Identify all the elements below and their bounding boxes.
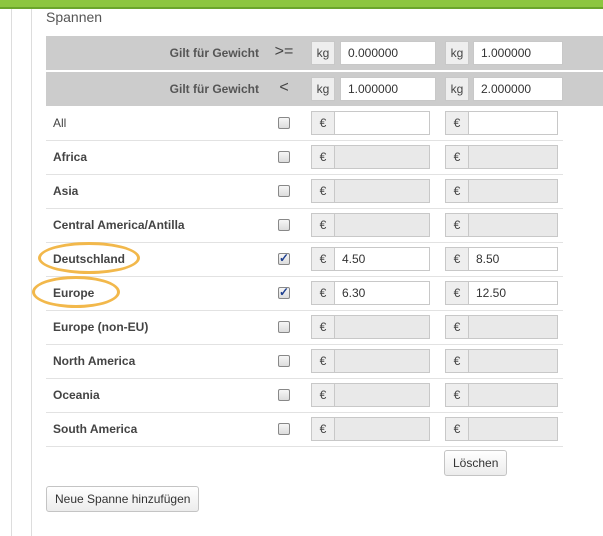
euro-unit: € [445,417,469,441]
price-input-col1[interactable] [334,349,430,373]
weight-to-input-col2[interactable]: 2.000000 [473,77,563,101]
kg-unit: kg [311,41,335,65]
euro-unit: € [445,349,469,373]
zone-name: North America [53,354,136,368]
price-input-col1[interactable]: 4.50 [334,247,430,271]
kg-unit: kg [311,77,335,101]
zone-checkbox[interactable] [278,117,290,129]
euro-unit: € [311,179,335,203]
price-input-col2[interactable] [468,383,558,407]
zone-checkbox[interactable] [278,423,290,435]
zone-row-north-america: North America € € [46,344,563,379]
price-input-col2[interactable] [468,111,558,135]
euro-unit: € [445,145,469,169]
zone-checkbox[interactable] [278,285,290,299]
price-input-col2[interactable] [468,417,558,441]
price-input-col1[interactable] [334,145,430,169]
price-input-col2[interactable] [468,213,558,237]
zone-checkbox[interactable] [278,151,290,163]
zone-name: Africa [53,150,88,164]
weight-range-from-header: Gilt für Gewicht >= kg 0.000000 kg 1.000… [46,36,603,70]
weight-range-to-header: Gilt für Gewicht < kg 1.000000 kg 2.0000… [46,72,603,106]
price-input-col1[interactable] [334,315,430,339]
add-range-button[interactable]: Neue Spanne hinzufügen [46,486,200,512]
weight-from-input-col2[interactable]: 1.000000 [473,41,563,65]
euro-unit: € [311,213,335,237]
price-input-col2[interactable] [468,179,558,203]
weight-from-input-col1[interactable]: 0.000000 [340,41,436,65]
left-divider [31,9,32,536]
price-input-col2[interactable] [468,145,558,169]
euro-unit: € [311,145,335,169]
euro-unit: € [445,281,469,305]
euro-unit: € [445,247,469,271]
zone-row-asia: Asia € € [46,174,563,209]
zone-row-europe: Europe € 6.30 € 12.50 [46,276,563,311]
weight-label: Gilt für Gewicht [169,82,259,96]
kg-unit: kg [445,41,469,65]
price-input-col1[interactable]: 6.30 [334,281,430,305]
zone-row-africa: Africa € € [46,140,563,175]
weight-to-input-col1[interactable]: 1.000000 [340,77,436,101]
price-input-col2[interactable] [468,349,558,373]
zone-row-central-america: Central America/Antilla € € [46,208,563,243]
zone-name: Central America/Antilla [53,218,185,232]
zone-checkbox[interactable] [278,389,290,401]
price-input-col2[interactable] [468,315,558,339]
zone-row-europe-non-eu: Europe (non-EU) € € [46,310,563,345]
zone-name: Asia [53,184,79,198]
euro-unit: € [445,213,469,237]
zone-name: Deutschland [53,252,126,266]
zone-name: Oceania [53,388,100,402]
zone-name: Europe (non-EU) [53,320,149,334]
price-input-col1[interactable] [334,213,430,237]
zone-name: Europe [53,286,95,300]
euro-unit: € [445,315,469,339]
zone-row-all: All € € [46,106,563,141]
zone-row-south-america: South America € € [46,412,563,447]
euro-unit: € [311,111,335,135]
operator-lt: < [279,79,289,96]
price-input-col1[interactable] [334,111,430,135]
price-input-col2[interactable]: 12.50 [468,281,558,305]
top-accent-bar [0,0,603,7]
price-input-col1[interactable] [334,383,430,407]
zone-name: All [53,116,67,130]
section-title: Spannen [46,9,103,25]
euro-unit: € [311,349,335,373]
euro-unit: € [311,315,335,339]
zone-name: South America [53,422,138,436]
zone-checkbox[interactable] [278,355,290,367]
euro-unit: € [311,247,335,271]
operator-gte: >= [274,43,294,60]
price-input-col2[interactable]: 8.50 [468,247,558,271]
zone-checkbox[interactable] [278,321,290,333]
zone-row-oceania: Oceania € € [46,378,563,413]
euro-unit: € [311,383,335,407]
zone-checkbox[interactable] [278,251,290,265]
euro-unit: € [445,111,469,135]
left-divider [11,9,12,536]
price-input-col1[interactable] [334,417,430,441]
euro-unit: € [311,281,335,305]
kg-unit: kg [445,77,469,101]
zone-checkbox[interactable] [278,219,290,231]
delete-range-button[interactable]: Löschen [444,450,508,476]
zone-checkbox[interactable] [278,185,290,197]
euro-unit: € [445,383,469,407]
zone-row-deutschland: Deutschland € 4.50 € 8.50 [46,242,563,277]
price-input-col1[interactable] [334,179,430,203]
euro-unit: € [445,179,469,203]
euro-unit: € [311,417,335,441]
weight-label: Gilt für Gewicht [169,46,259,60]
